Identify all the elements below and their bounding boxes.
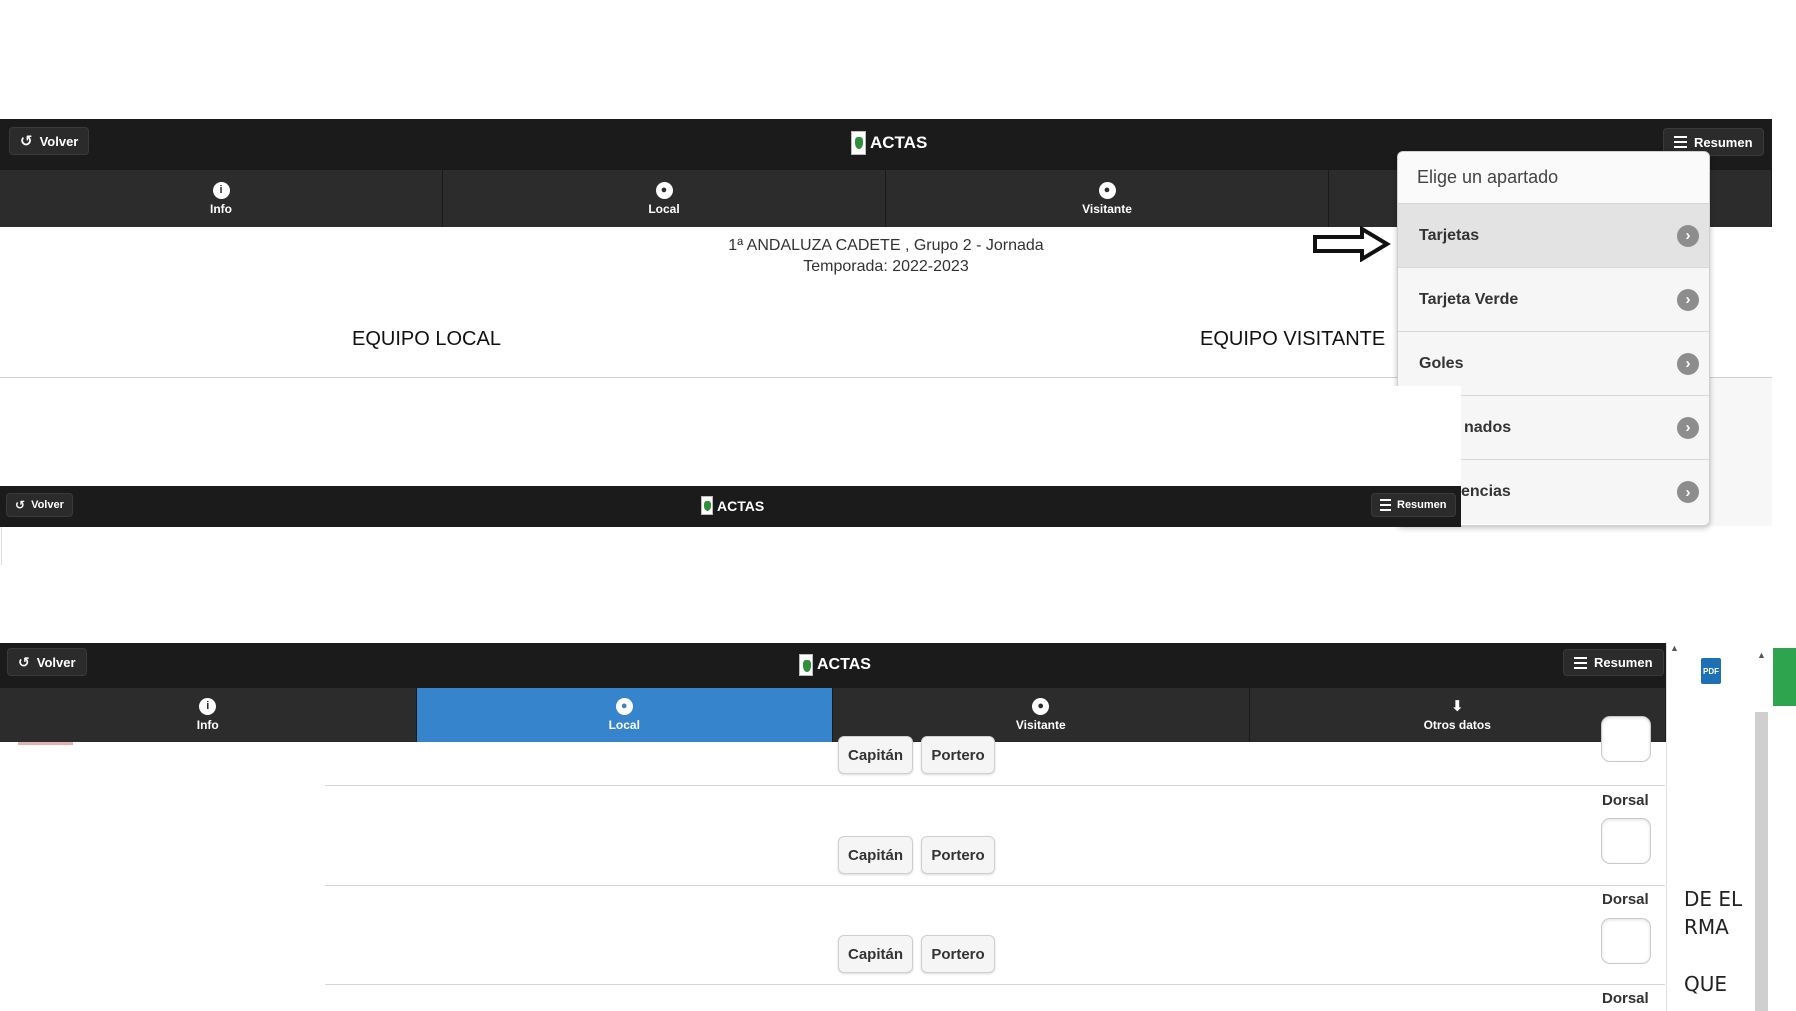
chevron-right-icon: › [1677,288,1699,311]
top-tab-visitante[interactable]: ● Visitante [886,170,1329,227]
popup-title: Elige un apartado [1398,152,1709,204]
download-icon: ⬇ [1450,698,1464,715]
middle-left-edge [1,527,2,565]
undo-arrow-icon: ↺ [20,133,33,150]
green-accent-strip [1773,648,1796,706]
chevron-right-icon: › [1677,416,1699,439]
top-app-title: ACTAS [851,131,927,155]
dorsal-input[interactable] [1601,818,1651,864]
pdf-icon[interactable]: PDF [1701,658,1721,684]
menu-icon [1380,499,1391,511]
competition-info: 1ª ANDALUZA CADETE , Grupo 2 - Jornada T… [620,235,1152,277]
away-team-label: EQUIPO VISITANTE [1200,328,1386,350]
side-scrollbar[interactable] [1755,712,1768,1011]
overlay-blank-area [0,386,1461,486]
red-edge-fragment [18,742,73,745]
user-icon: ● [615,698,633,715]
middle-back-button[interactable]: ↺ Volver [6,493,73,517]
bottom-back-button[interactable]: ↺ Volver [7,648,87,676]
middle-summary-button[interactable]: Resumen [1371,493,1456,517]
dorsal-input[interactable] [1601,918,1651,964]
top-tab-info[interactable]: i Info [0,170,443,227]
undo-arrow-icon: ↺ [15,498,26,512]
goalkeeper-button[interactable]: Portero [921,836,995,874]
bottom-tab-visitante[interactable]: ● Visitante [833,688,1250,742]
chevron-right-icon: › [1677,481,1699,503]
captain-button[interactable]: Capitán [838,836,913,874]
chevron-right-icon: › [1677,224,1699,247]
captain-button[interactable]: Capitán [838,736,913,774]
side-text-line: DE EL [1684,887,1743,911]
top-back-button[interactable]: ↺ Volver [9,127,90,155]
federation-logo-icon [851,131,866,155]
goalkeeper-button[interactable]: Portero [921,935,995,973]
info-icon: i [212,181,230,199]
side-text-line: RMA [1684,915,1729,939]
bottom-header-bar: ↺ Volver ACTAS Resumen [0,643,1666,688]
bottom-tab-bar: i Info ● Local ● Visitante ⬇ Otros datos [0,688,1666,742]
bottom-summary-button[interactable]: Resumen [1563,649,1664,676]
federation-logo-icon [701,496,713,515]
side-text-line: QUE [1684,972,1728,996]
bottom-tab-info[interactable]: i Info [0,688,417,742]
dorsal-label: Dorsal [1602,891,1649,908]
top-back-label: Volver [39,133,79,149]
popup-item-tarjeta-verde[interactable]: Tarjeta Verde › [1398,268,1709,332]
captain-button[interactable]: Capitán [838,935,913,973]
popup-item-tarjetas[interactable]: Tarjetas › [1398,204,1709,268]
home-team-label: EQUIPO LOCAL [352,328,501,350]
middle-app-title: ACTAS [701,496,764,515]
top-tab-local[interactable]: ● Local [443,170,886,227]
competition-line: 1ª ANDALUZA CADETE , Grupo 2 - Jornada [728,237,1044,254]
goalkeeper-button[interactable]: Portero [921,736,995,774]
row-divider [325,885,1665,886]
scroll-up-arrow-icon[interactable]: ▲ [1757,650,1766,660]
info-icon: i [199,698,217,715]
bottom-tab-local[interactable]: ● Local [416,688,833,742]
chevron-right-icon: › [1677,352,1699,375]
user-icon: ● [655,181,673,199]
federation-logo-icon [799,654,813,676]
menu-icon [1574,656,1587,669]
undo-arrow-icon: ↺ [18,653,30,670]
bottom-app-title: ACTAS [799,654,871,676]
dorsal-label: Dorsal [1602,792,1649,809]
middle-header-bar: ↺ Volver ACTAS Resumen [0,486,1461,527]
pointer-arrow-icon [1313,226,1391,262]
user-icon: ● [1032,698,1050,715]
dorsal-input[interactable] [1601,716,1651,762]
dorsal-label: Dorsal [1602,990,1649,1007]
menu-icon [1674,136,1687,148]
row-divider [325,984,1665,985]
row-divider [325,785,1665,786]
season-line: Temporada: 2022-2023 [803,258,969,275]
scroll-up-arrow-icon[interactable]: ▲ [1670,643,1679,653]
user-icon: ● [1098,181,1116,199]
